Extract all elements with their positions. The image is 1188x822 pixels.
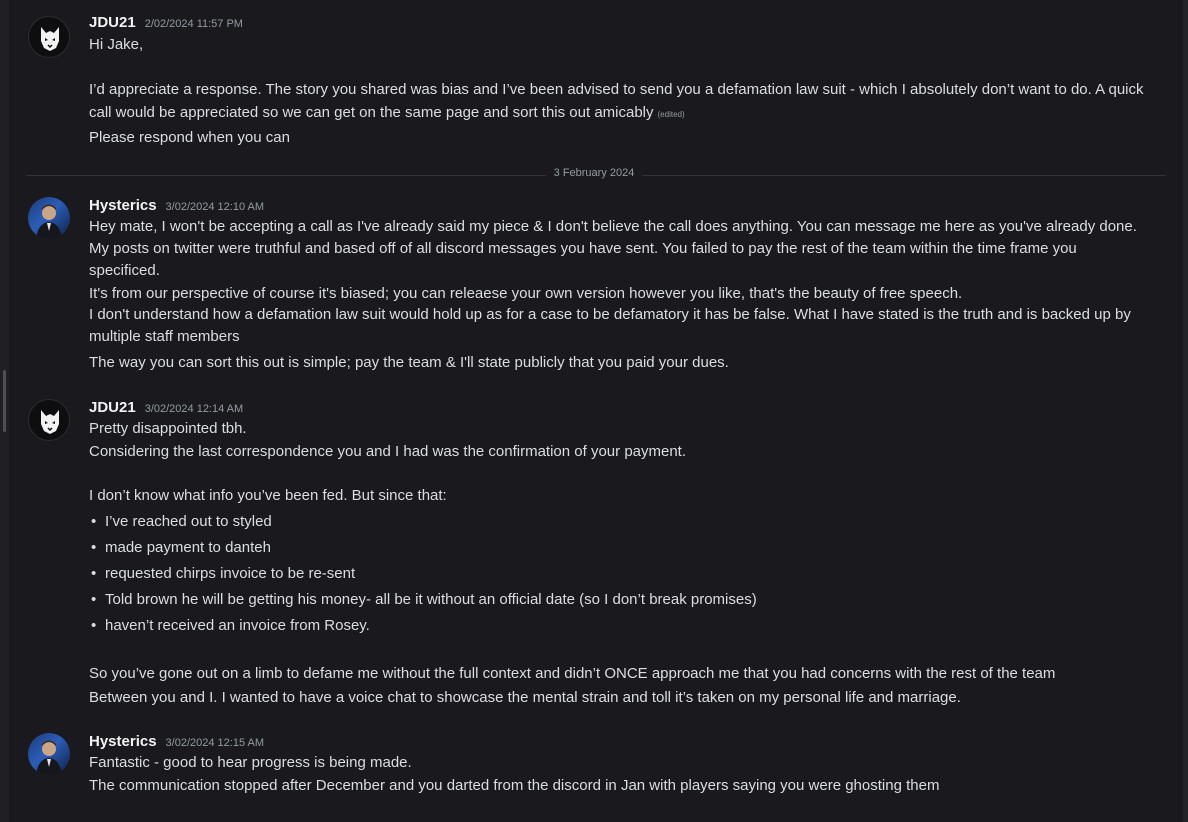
message-line: Fantastic - good to hear progress is bei… bbox=[89, 754, 412, 771]
message-header: JDU21 3/02/2024 12:14 AM bbox=[89, 399, 243, 419]
timestamp: 3/02/2024 12:10 AM bbox=[165, 201, 265, 213]
avatar[interactable] bbox=[28, 197, 70, 239]
message-line: So you’ve gone out on a limb to defame m… bbox=[89, 665, 1056, 682]
message-line: My posts on twitter were truthful and ba… bbox=[89, 240, 1077, 257]
message-line: It's from our perspective of course it's… bbox=[89, 285, 963, 302]
message-header: Hysterics 3/02/2024 12:10 AM bbox=[89, 197, 264, 217]
message-line: The way you can sort this out is simple;… bbox=[89, 354, 729, 371]
username[interactable]: JDU21 bbox=[89, 399, 136, 416]
message-line: I don't understand how a defamation law … bbox=[89, 306, 1131, 323]
message-line: I’d appreciate a response. The story you… bbox=[89, 81, 1144, 98]
username[interactable]: JDU21 bbox=[89, 14, 136, 31]
message-line: Please respond when you can bbox=[89, 129, 290, 146]
edited-label: (edited) bbox=[657, 110, 685, 119]
timestamp: 2/02/2024 11:57 PM bbox=[144, 18, 243, 30]
message-line: Considering the last correspondence you … bbox=[89, 443, 687, 460]
date-divider: 3 February 2024 bbox=[0, 167, 1188, 179]
message-text: call would be appreciated so we can get … bbox=[89, 104, 654, 121]
scrollbar-thumb[interactable] bbox=[3, 370, 6, 432]
wolf-logo-icon bbox=[41, 410, 59, 434]
avatar[interactable] bbox=[28, 399, 70, 441]
message-line: The communication stopped after December… bbox=[89, 777, 940, 794]
message-line: Between you and I. I wanted to have a vo… bbox=[89, 689, 961, 706]
message-line: I don’t know what info you’ve been fed. … bbox=[89, 487, 447, 504]
wolf-logo-icon bbox=[41, 27, 59, 51]
message-line: Pretty disappointed tbh. bbox=[89, 420, 247, 437]
user-photo-icon bbox=[36, 740, 62, 775]
message-line: specificed. bbox=[89, 262, 160, 279]
message-line: Hi Jake, bbox=[89, 36, 144, 53]
message-header: JDU21 2/02/2024 11:57 PM bbox=[89, 14, 243, 34]
user-photo-icon bbox=[36, 204, 62, 239]
date-divider-label: 3 February 2024 bbox=[545, 167, 643, 179]
timestamp: 3/02/2024 12:14 AM bbox=[144, 403, 244, 415]
message-line: Hey mate, I won't be accepting a call as… bbox=[89, 218, 1137, 235]
username[interactable]: Hysterics bbox=[89, 197, 157, 214]
timestamp: 3/02/2024 12:15 AM bbox=[165, 737, 265, 749]
message-line: multiple staff members bbox=[89, 328, 240, 345]
avatar[interactable] bbox=[28, 733, 70, 775]
message-header: Hysterics 3/02/2024 12:15 AM bbox=[89, 733, 264, 753]
avatar[interactable] bbox=[28, 16, 70, 58]
username[interactable]: Hysterics bbox=[89, 733, 157, 750]
right-panel-edge bbox=[1183, 0, 1188, 822]
message-line: call would be appreciated so we can get … bbox=[89, 104, 685, 121]
